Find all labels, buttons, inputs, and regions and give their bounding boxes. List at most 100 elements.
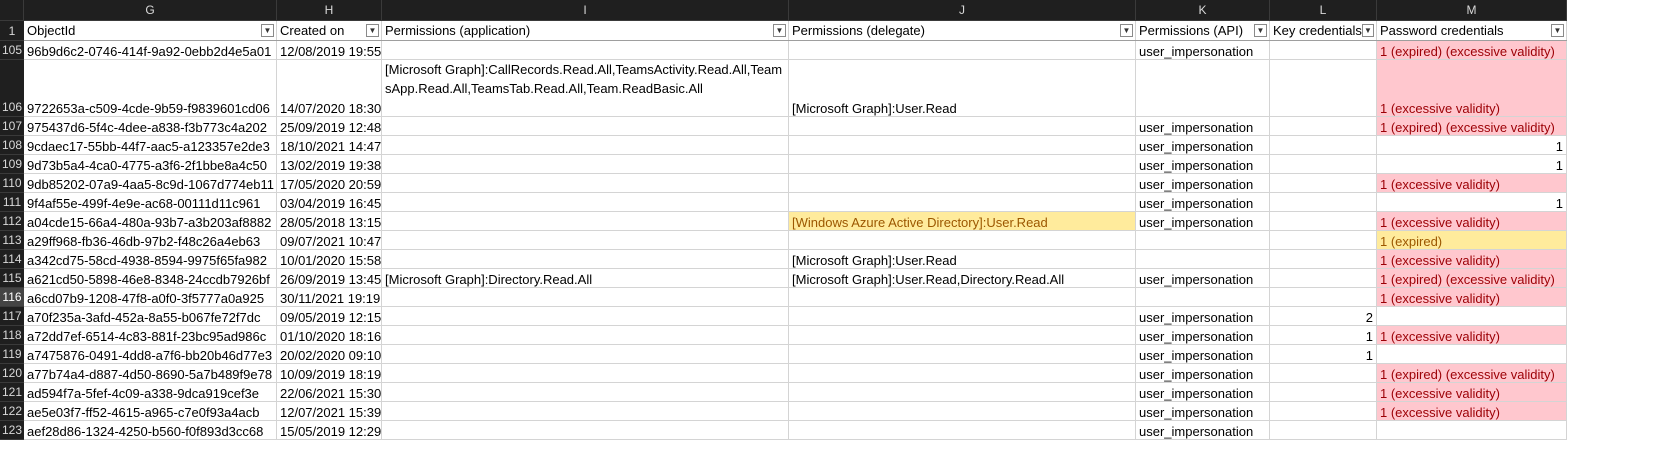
permissions-api-cell[interactable]: user_impersonation bbox=[1136, 269, 1270, 287]
permissions-application-cell[interactable] bbox=[382, 136, 789, 154]
permissions-api-cell[interactable]: user_impersonation bbox=[1136, 193, 1270, 211]
created-on-cell[interactable]: 22/06/2021 15:30 bbox=[277, 383, 382, 401]
row-number[interactable]: 121 bbox=[0, 383, 24, 402]
objectid-cell[interactable]: 975437d6-5f4c-4dee-a838-f3b773c4a202 bbox=[24, 117, 277, 135]
key-credentials-cell[interactable]: 1 bbox=[1270, 326, 1377, 344]
key-credentials-cell[interactable] bbox=[1270, 41, 1377, 59]
permissions-application-cell[interactable] bbox=[382, 307, 789, 325]
header-cell-permissions-application[interactable]: Permissions (application) ▼ bbox=[382, 21, 789, 40]
key-credentials-cell[interactable] bbox=[1270, 364, 1377, 382]
header-cell-password-credentials[interactable]: Password credentials ▼ bbox=[1377, 21, 1567, 40]
permissions-api-cell[interactable]: user_impersonation bbox=[1136, 155, 1270, 173]
row-number[interactable]: 117 bbox=[0, 307, 24, 326]
objectid-cell[interactable]: a6cd07b9-1208-47f8-a0f0-3f5777a0a925 bbox=[24, 288, 277, 306]
row-number[interactable]: 118 bbox=[0, 326, 24, 345]
objectid-cell[interactable]: a70f235a-3afd-452a-8a55-b067fe72f7dc bbox=[24, 307, 277, 325]
filter-dropdown-icon[interactable]: ▼ bbox=[1551, 24, 1564, 37]
filter-dropdown-icon[interactable]: ▼ bbox=[1361, 24, 1374, 37]
password-credentials-cell[interactable]: 1 (excessive validity) bbox=[1377, 250, 1567, 268]
key-credentials-cell[interactable] bbox=[1270, 231, 1377, 249]
password-credentials-cell[interactable]: 1 (expired) (excessive validity) bbox=[1377, 364, 1567, 382]
row-number[interactable]: 105 bbox=[0, 41, 24, 60]
created-on-cell[interactable]: 13/02/2019 19:38 bbox=[277, 155, 382, 173]
permissions-delegate-cell[interactable] bbox=[789, 383, 1136, 401]
objectid-cell[interactable]: a04cde15-66a4-480a-93b7-a3b203af8882 bbox=[24, 212, 277, 230]
permissions-api-cell[interactable]: user_impersonation bbox=[1136, 174, 1270, 192]
objectid-cell[interactable]: 9d73b5a4-4ca0-4775-a3f6-2f1bbe8a4c50 bbox=[24, 155, 277, 173]
created-on-cell[interactable]: 12/08/2019 19:55 bbox=[277, 41, 382, 59]
row-number[interactable]: 106 bbox=[0, 60, 24, 117]
permissions-application-cell[interactable] bbox=[382, 421, 789, 439]
key-credentials-cell[interactable] bbox=[1270, 136, 1377, 154]
row-number[interactable]: 1 bbox=[0, 21, 24, 41]
created-on-cell[interactable]: 25/09/2019 12:48 bbox=[277, 117, 382, 135]
password-credentials-cell[interactable]: 1 (excessive validity) bbox=[1377, 212, 1567, 230]
key-credentials-cell[interactable] bbox=[1270, 60, 1377, 116]
password-credentials-cell[interactable]: 1 (excessive validity) bbox=[1377, 402, 1567, 420]
filter-dropdown-icon[interactable]: ▼ bbox=[1120, 24, 1133, 37]
objectid-cell[interactable]: 9f4af55e-499f-4e9e-ac68-00111d11c961 bbox=[24, 193, 277, 211]
row-number[interactable]: 110 bbox=[0, 174, 24, 193]
key-credentials-cell[interactable] bbox=[1270, 383, 1377, 401]
created-on-cell[interactable]: 28/05/2018 13:15 bbox=[277, 212, 382, 230]
permissions-delegate-cell[interactable] bbox=[789, 174, 1136, 192]
key-credentials-cell[interactable] bbox=[1270, 402, 1377, 420]
column-letter-h[interactable]: H bbox=[277, 0, 382, 20]
column-letter-i[interactable]: I bbox=[382, 0, 789, 20]
permissions-api-cell[interactable]: user_impersonation bbox=[1136, 364, 1270, 382]
key-credentials-cell[interactable] bbox=[1270, 212, 1377, 230]
created-on-cell[interactable]: 12/07/2021 15:39 bbox=[277, 402, 382, 420]
password-credentials-cell[interactable] bbox=[1377, 345, 1567, 363]
permissions-delegate-cell[interactable] bbox=[789, 117, 1136, 135]
filter-dropdown-icon[interactable]: ▼ bbox=[261, 24, 274, 37]
created-on-cell[interactable]: 01/10/2020 18:16 bbox=[277, 326, 382, 344]
permissions-delegate-cell[interactable] bbox=[789, 231, 1136, 249]
password-credentials-cell[interactable]: 1 bbox=[1377, 155, 1567, 173]
permissions-api-cell[interactable]: user_impersonation bbox=[1136, 307, 1270, 325]
key-credentials-cell[interactable] bbox=[1270, 117, 1377, 135]
objectid-cell[interactable]: a77b74a4-d887-4d50-8690-5a7b489f9e78 bbox=[24, 364, 277, 382]
permissions-delegate-cell[interactable]: [Microsoft Graph]:User.Read bbox=[789, 250, 1136, 268]
permissions-api-cell[interactable]: user_impersonation bbox=[1136, 345, 1270, 363]
permissions-delegate-cell[interactable] bbox=[789, 136, 1136, 154]
password-credentials-cell[interactable]: 1 (expired) bbox=[1377, 231, 1567, 249]
permissions-api-cell[interactable] bbox=[1136, 288, 1270, 306]
permissions-delegate-cell[interactable]: [Windows Azure Active Directory]:User.Re… bbox=[789, 212, 1136, 230]
password-credentials-cell[interactable] bbox=[1377, 421, 1567, 439]
row-number[interactable]: 114 bbox=[0, 250, 24, 269]
permissions-api-cell[interactable]: user_impersonation bbox=[1136, 41, 1270, 59]
permissions-application-cell[interactable] bbox=[382, 326, 789, 344]
objectid-cell[interactable]: a7475876-0491-4dd8-a7f6-bb20b46d77e3 bbox=[24, 345, 277, 363]
permissions-delegate-cell[interactable] bbox=[789, 402, 1136, 420]
permissions-application-cell[interactable] bbox=[382, 402, 789, 420]
password-credentials-cell[interactable]: 1 bbox=[1377, 193, 1567, 211]
row-number[interactable]: 113 bbox=[0, 231, 24, 250]
key-credentials-cell[interactable] bbox=[1270, 421, 1377, 439]
row-number[interactable]: 123 bbox=[0, 421, 24, 440]
permissions-api-cell[interactable]: user_impersonation bbox=[1136, 421, 1270, 439]
created-on-cell[interactable]: 18/10/2021 14:47 bbox=[277, 136, 382, 154]
permissions-delegate-cell[interactable] bbox=[789, 41, 1136, 59]
password-credentials-cell[interactable]: 1 (excessive validity) bbox=[1377, 383, 1567, 401]
header-cell-created-on[interactable]: Created on ▼ bbox=[277, 21, 382, 40]
created-on-cell[interactable]: 10/01/2020 15:58 bbox=[277, 250, 382, 268]
password-credentials-cell[interactable] bbox=[1377, 307, 1567, 325]
row-number[interactable]: 108 bbox=[0, 136, 24, 155]
header-cell-permissions-delegate[interactable]: Permissions (delegate) ▼ bbox=[789, 21, 1136, 40]
objectid-cell[interactable]: 9db85202-07a9-4aa5-8c9d-1067d774eb11 bbox=[24, 174, 277, 192]
objectid-cell[interactable]: 9cdaec17-55bb-44f7-aac5-a123357e2de3 bbox=[24, 136, 277, 154]
permissions-api-cell[interactable]: user_impersonation bbox=[1136, 402, 1270, 420]
filter-dropdown-icon[interactable]: ▼ bbox=[366, 24, 379, 37]
password-credentials-cell[interactable]: 1 (expired) (excessive validity) bbox=[1377, 269, 1567, 287]
filter-dropdown-icon[interactable]: ▼ bbox=[1254, 24, 1267, 37]
header-cell-objectid[interactable]: ObjectId ▼ bbox=[24, 21, 277, 40]
password-credentials-cell[interactable]: 1 (excessive validity) bbox=[1377, 60, 1567, 116]
objectid-cell[interactable]: ad594f7a-5fef-4c09-a338-9dca919cef3e bbox=[24, 383, 277, 401]
permissions-api-cell[interactable]: user_impersonation bbox=[1136, 326, 1270, 344]
permissions-delegate-cell[interactable]: [Microsoft Graph]:User.Read,Directory.Re… bbox=[789, 269, 1136, 287]
permissions-api-cell[interactable] bbox=[1136, 60, 1270, 116]
key-credentials-cell[interactable]: 1 bbox=[1270, 345, 1377, 363]
created-on-cell[interactable]: 17/05/2020 20:59 bbox=[277, 174, 382, 192]
row-number[interactable]: 109 bbox=[0, 155, 24, 174]
permissions-application-cell[interactable] bbox=[382, 193, 789, 211]
